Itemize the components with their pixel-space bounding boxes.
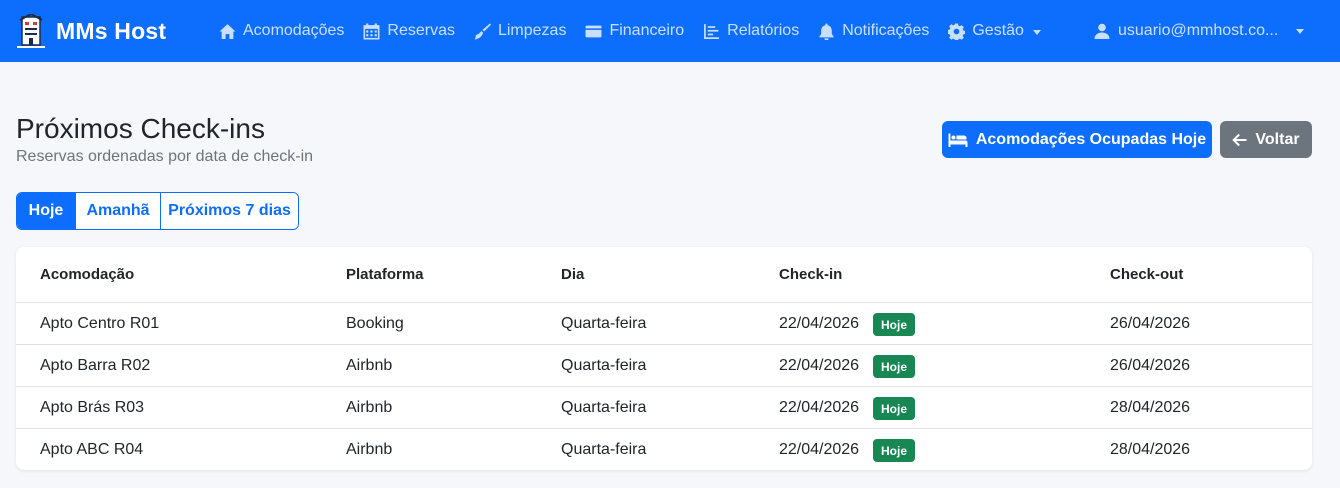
wallet-icon bbox=[585, 25, 602, 37]
table-header: Acomodação Plataforma Dia Check-in Check… bbox=[16, 247, 1312, 303]
page-title: Próximos Check-ins bbox=[16, 113, 265, 144]
filter-amanha[interactable]: Amanhã bbox=[76, 193, 161, 229]
top-navbar: MMs Host Acomodações Reservas Limpezas F… bbox=[0, 0, 1340, 62]
user-email: usuario@mmhost.co... bbox=[1118, 22, 1279, 39]
cell-checkin: 22/04/2026 bbox=[779, 399, 860, 416]
cell-dia: Quarta-feira bbox=[561, 315, 647, 332]
nav-label: Limpezas bbox=[497, 22, 567, 39]
nav-item-relatorios[interactable]: Relatórios bbox=[703, 22, 799, 40]
column-header-checkin[interactable]: Check-in bbox=[779, 266, 842, 283]
cell-acomodacao: Apto Centro R01 bbox=[40, 315, 160, 332]
chart-icon bbox=[704, 23, 720, 39]
nav-label: Financeiro bbox=[609, 22, 685, 39]
today-badge: Hoje bbox=[873, 313, 916, 336]
user-icon bbox=[1094, 23, 1110, 39]
cell-dia: Quarta-feira bbox=[561, 357, 647, 374]
nav-label: Reservas bbox=[387, 22, 455, 39]
arrow-left-icon bbox=[1232, 133, 1247, 146]
cell-acomodacao: Apto ABC R04 bbox=[40, 441, 144, 458]
user-menu[interactable]: usuario@mmhost.co... bbox=[1094, 0, 1278, 62]
brand-name: MMs Host bbox=[56, 17, 167, 44]
table-row[interactable]: Apto Centro R01 Booking Quarta-feira 22/… bbox=[16, 303, 1312, 345]
cell-checkout: 26/04/2026 bbox=[1110, 315, 1191, 332]
column-header-dia[interactable]: Dia bbox=[561, 266, 584, 283]
building-logo-icon bbox=[17, 14, 45, 48]
nav-label: Acomodações bbox=[243, 22, 345, 39]
cell-checkin: 22/04/2026 bbox=[779, 441, 860, 458]
gear-icon bbox=[948, 23, 966, 40]
brand-link[interactable]: MMs Host bbox=[15, 14, 166, 48]
cell-checkout: 26/04/2026 bbox=[1110, 357, 1191, 374]
cell-checkout: 28/04/2026 bbox=[1110, 441, 1191, 458]
filter-hoje[interactable]: Hoje bbox=[17, 193, 76, 229]
cell-acomodacao: Apto Brás R03 bbox=[40, 399, 145, 416]
today-badge: Hoje bbox=[873, 439, 916, 462]
cell-acomodacao: Apto Barra R02 bbox=[40, 357, 151, 374]
cell-dia: Quarta-feira bbox=[561, 441, 647, 458]
nav-item-gestao[interactable]: Gestão bbox=[948, 22, 1041, 40]
nav-item-notificacoes[interactable]: Notificações bbox=[818, 22, 929, 40]
cell-plataforma: Booking bbox=[346, 315, 404, 332]
back-button[interactable]: Voltar bbox=[1220, 121, 1312, 158]
column-header-acomodacao[interactable]: Acomodação bbox=[40, 266, 134, 283]
cell-plataforma: Airbnb bbox=[346, 357, 393, 374]
cell-dia: Quarta-feira bbox=[561, 399, 647, 416]
user-chevron-down-icon[interactable] bbox=[1296, 29, 1304, 34]
table-row[interactable]: Apto ABC R04 Airbnb Quarta-feira 22/04/2… bbox=[16, 429, 1312, 470]
nav-item-acomodacoes[interactable]: Acomodações bbox=[219, 22, 344, 40]
today-badge: Hoje bbox=[873, 355, 916, 378]
table-row[interactable]: Apto Barra R02 Airbnb Quarta-feira 22/04… bbox=[16, 345, 1312, 387]
column-header-plataforma[interactable]: Plataforma bbox=[346, 266, 424, 283]
cell-plataforma: Airbnb bbox=[346, 399, 393, 416]
cell-checkin: 22/04/2026 bbox=[779, 315, 860, 332]
main-nav: Acomodações Reservas Limpezas Financeiro… bbox=[219, 0, 1060, 62]
nav-item-reservas[interactable]: Reservas bbox=[363, 22, 455, 40]
cell-checkout: 28/04/2026 bbox=[1110, 399, 1191, 416]
checkins-table-card: Acomodação Plataforma Dia Check-in Check… bbox=[16, 247, 1312, 470]
occupied-today-label: Acomodações Ocupadas Hoje bbox=[975, 130, 1207, 148]
page-subtitle: Reservas ordenadas por data de check-in bbox=[16, 148, 314, 165]
today-badge: Hoje bbox=[873, 397, 916, 420]
nav-label: Gestão bbox=[972, 22, 1024, 39]
nav-item-financeiro[interactable]: Financeiro bbox=[585, 22, 684, 40]
occupied-today-button[interactable]: Acomodações Ocupadas Hoje bbox=[942, 121, 1212, 158]
table-row[interactable]: Apto Brás R03 Airbnb Quarta-feira 22/04/… bbox=[16, 387, 1312, 429]
nav-label: Notificações bbox=[842, 22, 930, 39]
column-header-checkout[interactable]: Check-out bbox=[1110, 266, 1183, 283]
nav-item-limpezas[interactable]: Limpezas bbox=[474, 22, 566, 40]
cell-plataforma: Airbnb bbox=[346, 441, 393, 458]
nav-label: Relatórios bbox=[727, 22, 800, 39]
broom-icon bbox=[474, 23, 491, 39]
home-icon bbox=[219, 23, 236, 39]
bed-icon bbox=[948, 133, 968, 147]
bell-icon bbox=[819, 23, 834, 40]
calendar-icon bbox=[363, 23, 380, 39]
date-filter-group: Hoje Amanhã Próximos 7 dias bbox=[16, 192, 299, 230]
cell-checkin: 22/04/2026 bbox=[779, 357, 860, 374]
chevron-down-icon bbox=[1032, 29, 1041, 35]
filter-proximos-7-dias[interactable]: Próximos 7 dias bbox=[161, 193, 298, 229]
back-label: Voltar bbox=[1255, 130, 1300, 148]
